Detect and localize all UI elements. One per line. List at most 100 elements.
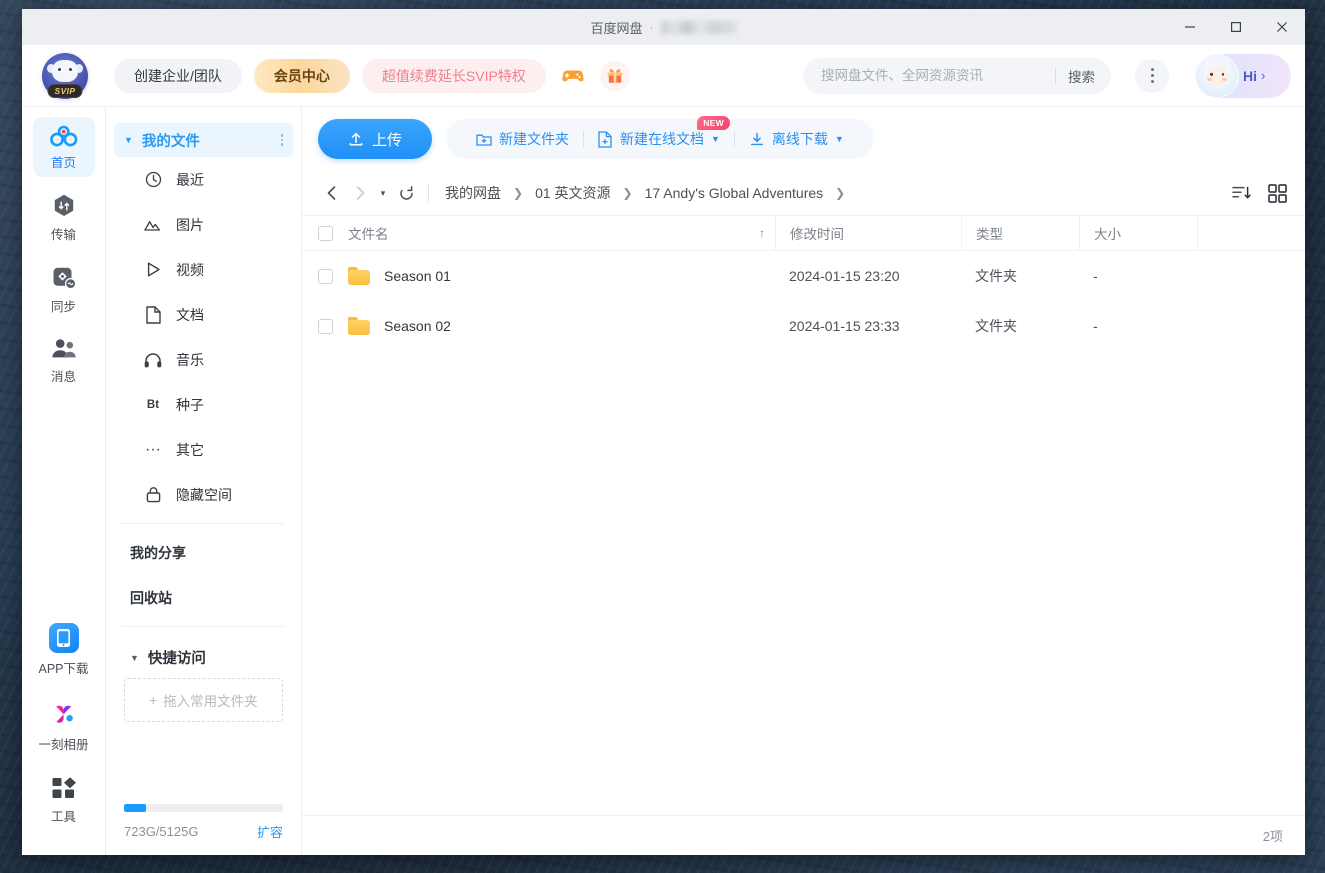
avatar-face-user [1206,66,1228,86]
tree-item-torrent[interactable]: Bt 种子 [106,382,301,427]
select-all-checkbox[interactable] [317,225,333,241]
row-modified: 2024-01-15 23:20 [789,268,900,284]
rail-bottom-group: APP下载 一刻相册 工具 [33,615,95,855]
caret-down-icon: ▾ [380,187,386,198]
column-header-name[interactable]: 文件名 ↑ [348,223,775,243]
column-label-type: 类型 [976,227,1003,242]
tree-item-label: 回收站 [130,589,172,606]
window-title: 百度网盘 · [22,9,1305,45]
create-team-button[interactable]: 创建企业/团队 [114,58,242,93]
row-checkbox[interactable] [317,268,333,284]
tree-item-label: 图片 [176,216,204,233]
folder-icon [348,317,370,335]
sidebar-item-sync[interactable]: 同步 [33,257,95,321]
dropzone-label: 拖入常用文件夹 [163,694,258,709]
offline-download-button[interactable]: 离线下载 ▼ [735,129,858,149]
tree-item-videos[interactable]: 视频 [106,247,301,292]
tree-header-my-files[interactable]: ▼ 我的文件 [114,123,293,157]
quick-access-header[interactable]: ▼ 快捷访问 [106,633,301,678]
table-row[interactable]: Season 02 2024-01-15 23:33 文件夹 - [302,301,1305,351]
upload-button[interactable]: 上传 [318,119,432,159]
sort-list-icon[interactable] [1232,184,1252,202]
column-label-modified: 修改时间 [790,227,844,242]
expand-storage-link[interactable]: 扩容 [257,822,283,841]
row-select-cell [302,318,348,334]
back-button[interactable] [318,179,346,207]
sidebar-item-app-download[interactable]: APP下载 [33,615,95,683]
more-menu-icon[interactable] [1135,58,1169,93]
tree-item-label: 我的分享 [130,544,186,561]
file-name: Season 01 [384,268,451,284]
image-icon [144,216,162,234]
tree-item-recycle-bin[interactable]: 回收站 [106,575,301,620]
history-dropdown-button[interactable]: ▾ [374,179,392,207]
new-online-doc-button[interactable]: NEW 新建在线文档 ▼ [584,116,734,149]
upload-icon [348,131,364,147]
sidebar-item-label: APP下载 [38,662,89,676]
search-button[interactable]: 搜索 [1068,66,1105,86]
column-label-name: 文件名 [348,227,389,242]
sidebar-item-album[interactable]: 一刻相册 [33,691,95,759]
tree-item-label: 隐藏空间 [176,486,232,503]
download-icon [749,131,765,147]
column-label-size: 大小 [1094,227,1121,242]
storage-progress-fill [124,804,147,812]
kebab-menu-icon[interactable] [280,134,283,146]
sort-ascending-icon: ↑ [759,226,765,240]
table-header: 文件名 ↑ 修改时间 类型 大小 [302,215,1305,251]
tree-divider-2 [122,626,285,627]
plus-icon: + [149,692,158,708]
quick-access-label: 快捷访问 [147,651,206,667]
breadcrumb-item-1[interactable]: 01 英文资源 [533,183,612,203]
new-folder-button[interactable]: 新建文件夹 [462,129,583,149]
sidebar-item-tools[interactable]: 工具 [33,767,95,831]
gamepad-icon[interactable] [558,61,588,91]
brand-avatar[interactable]: SVIP [42,52,88,99]
view-tools [1232,183,1287,203]
document-icon [144,305,162,324]
table-row[interactable]: Season 01 2024-01-15 23:20 文件夹 - [302,251,1305,301]
search-bar[interactable]: 搜索 [803,57,1111,94]
new-badge: NEW [697,116,730,130]
tree-item-my-shares[interactable]: 我的分享 [106,530,301,575]
refresh-button[interactable] [392,179,420,207]
column-header-modified[interactable]: 修改时间 [775,216,961,250]
tree-item-images[interactable]: 图片 [106,202,301,247]
vip-center-button[interactable]: 会员中心 [253,58,350,93]
phone-app-icon [48,623,79,653]
tree-item-recent[interactable]: 最近 [106,157,301,202]
breadcrumb: 我的网盘 ❯ 01 英文资源 ❯ 17 Andy's Global Advent… [443,183,855,203]
quick-access-dropzone[interactable]: + 拖入常用文件夹 [124,678,283,722]
sidebar-item-transfer[interactable]: 传输 [33,185,95,249]
forward-button[interactable] [346,179,374,207]
breadcrumb-bar: ▾ 我的网盘 ❯ 01 英文资源 ❯ 17 Andy's Global Adve… [302,171,1305,215]
column-header-type[interactable]: 类型 [961,216,1079,250]
title-blurred-account [660,20,737,34]
storage-usage-text: 723G/5125G [124,824,199,839]
breadcrumb-item-2[interactable]: 17 Andy's Global Adventures [643,185,826,201]
breadcrumb-item-0[interactable]: 我的网盘 [443,183,503,203]
tree-item-hidden-space[interactable]: 隐藏空间 [106,472,301,517]
sidebar-item-messages[interactable]: 消息 [33,329,95,391]
search-divider [1055,67,1056,84]
search-input[interactable] [821,68,1051,83]
row-type: 文件夹 [975,318,1017,334]
tree-item-label: 最近 [176,171,204,188]
sidebar-item-home[interactable]: 首页 [32,117,95,177]
tree-item-music[interactable]: 音乐 [106,337,301,382]
column-header-size[interactable]: 大小 [1079,216,1197,250]
tree-item-documents[interactable]: 文档 [106,292,301,337]
file-list: Season 01 2024-01-15 23:20 文件夹 - Season … [302,251,1305,815]
lock-icon [144,486,162,504]
tree-item-other[interactable]: ··· 其它 [106,427,301,472]
row-checkbox[interactable] [317,318,333,334]
gift-icon[interactable] [599,60,630,91]
tools-grid-icon [50,775,78,801]
new-folder-label: 新建文件夹 [499,131,569,147]
row-size: - [1093,268,1098,284]
grid-view-icon[interactable] [1268,183,1287,203]
user-account-button[interactable]: Hi › [1195,53,1291,98]
svip-promo-button[interactable]: 超值续费延长SVIP特权 [361,58,546,93]
window-title-text: 百度网盘 [590,20,643,36]
sidebar-item-label: 工具 [50,810,76,824]
